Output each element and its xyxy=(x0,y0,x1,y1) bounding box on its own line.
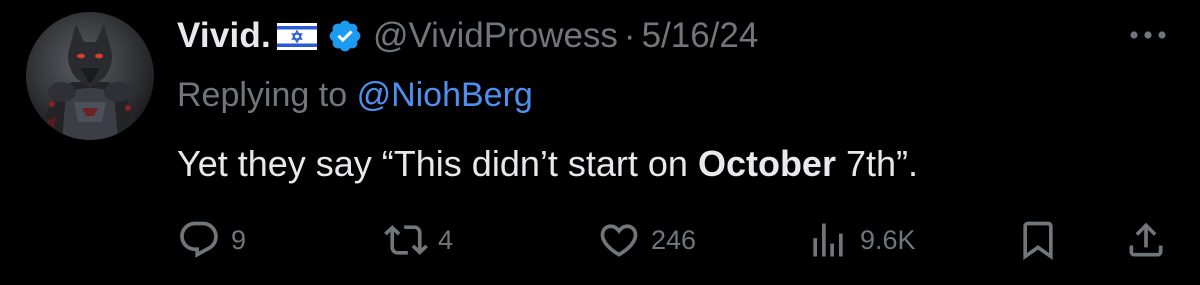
views-button[interactable]: 9.6K xyxy=(806,215,916,265)
verified-badge-icon[interactable] xyxy=(327,18,363,54)
reply-count: 9 xyxy=(231,224,247,255)
avatar[interactable] xyxy=(26,12,154,140)
repost-count: 4 xyxy=(438,224,454,255)
tweet-text: Yet they say “This didn’t start on Octob… xyxy=(177,143,918,185)
israel-flag-icon xyxy=(276,22,317,50)
replying-to-label: Replying to xyxy=(177,76,348,114)
tweet-text-before: Yet they say “This didn’t start on xyxy=(177,143,698,184)
bookmark-icon xyxy=(1023,221,1053,261)
views-count: 9.6K xyxy=(860,224,916,255)
bookmark-button[interactable] xyxy=(1016,215,1060,265)
tweet-text-after: 7th”. xyxy=(835,143,919,184)
separator-dot: · xyxy=(623,16,636,55)
repost-button[interactable]: 4 xyxy=(384,215,453,265)
like-button[interactable]: 246 xyxy=(597,215,696,265)
repost-icon xyxy=(384,225,428,255)
tweet-header: Vivid. @VividProwess · 5/16/24 xyxy=(177,12,758,60)
tweet-actions: 9 4 246 9.6K xyxy=(0,215,1200,265)
tweet-text-bold: October xyxy=(697,143,836,184)
reply-icon xyxy=(180,221,218,258)
share-icon xyxy=(1129,222,1163,257)
tweet[interactable]: Vivid. @VividProwess · 5/16/24 Replying … xyxy=(0,0,1200,285)
replying-to: Replying to @NiohBerg xyxy=(177,76,533,115)
like-count: 246 xyxy=(651,224,697,255)
author-handle[interactable]: @VividProwess xyxy=(373,16,618,56)
wolf-warrior-avatar-image xyxy=(40,24,140,140)
views-chart-icon xyxy=(813,223,843,257)
reply-handle-link[interactable]: @NiohBerg xyxy=(357,76,533,114)
reply-button[interactable]: 9 xyxy=(177,215,246,265)
display-name[interactable]: Vivid. xyxy=(177,16,271,56)
share-button[interactable] xyxy=(1124,215,1168,265)
tweet-date[interactable]: 5/16/24 xyxy=(642,16,759,56)
more-options-icon[interactable] xyxy=(1128,28,1168,42)
heart-icon xyxy=(600,224,638,257)
